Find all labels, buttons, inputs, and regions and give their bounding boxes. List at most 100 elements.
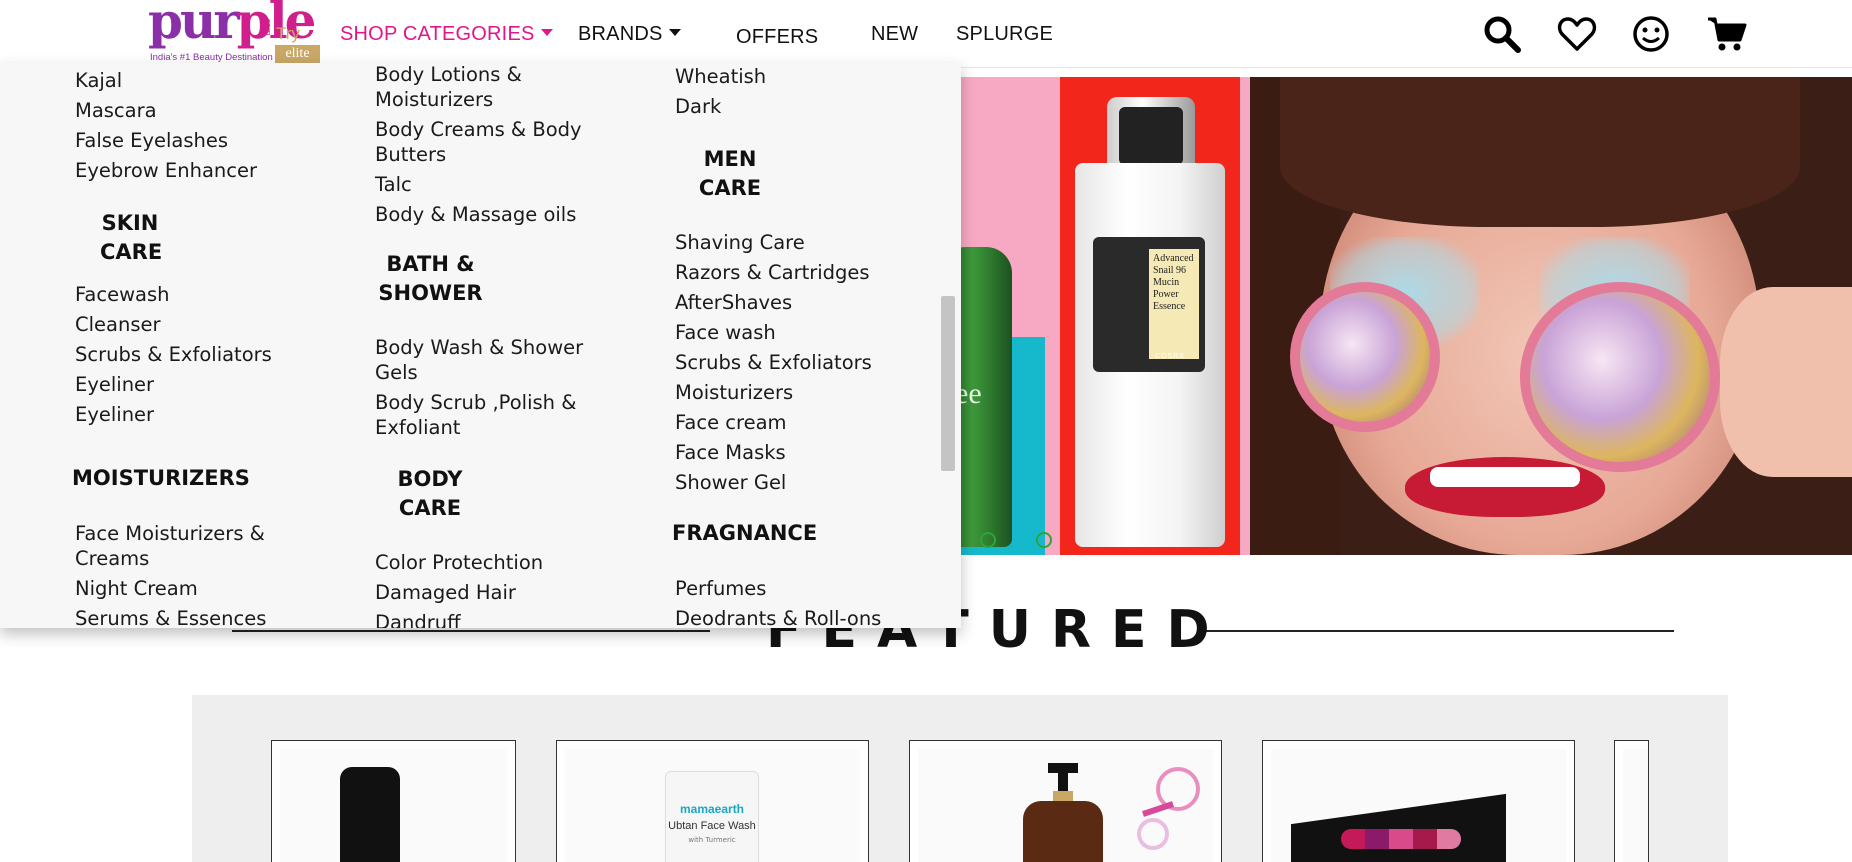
cart-icon[interactable] — [1706, 13, 1748, 55]
decorative-pink-ribbon — [1137, 767, 1200, 850]
menu-item-moisturizers[interactable]: Moisturizers — [675, 380, 793, 405]
nav-new[interactable]: NEW — [871, 23, 918, 46]
menu-item-body-creams[interactable]: Body Creams & Body — [375, 117, 582, 142]
logo-com: .com — [263, 16, 273, 36]
site-logo[interactable]: purple .com India's #1 Beauty Destinatio… — [148, 0, 323, 64]
try-elite-badge: elite — [275, 45, 320, 63]
bottle-label-title: Advanced Snail 96 Mucin Power Essence — [1149, 249, 1199, 359]
boxed-product — [1291, 793, 1506, 862]
black-bottle-product — [340, 767, 400, 862]
menu-heading-line: CARE — [398, 496, 462, 520]
menu-item-shaving-care[interactable]: Shaving Care — [675, 230, 805, 255]
hero-cosrx-bottle: Advanced Snail 96 Mucin Power Essence CO… — [1075, 97, 1225, 547]
slider-dot-1[interactable] — [980, 532, 996, 548]
menu-heading-line: MEN — [703, 147, 757, 171]
nav-brands[interactable]: BRANDS — [578, 23, 681, 46]
menu-item-cleanser[interactable]: Cleanser — [75, 312, 161, 337]
menu-heading-moisturizers[interactable]: MOISTURIZERS — [72, 464, 250, 493]
menu-item-body-wash[interactable]: Body Wash & Shower — [375, 335, 583, 360]
menu-heading-line: SHOWER — [378, 281, 483, 305]
menu-item-face-moisturizers-line2[interactable]: Creams — [75, 546, 149, 571]
menu-heading-men-care[interactable]: MEN CARE — [695, 145, 765, 203]
menu-heading-bath-shower[interactable]: BATH & SHOWER — [378, 250, 483, 308]
menu-item-dark[interactable]: Dark — [675, 94, 721, 119]
menu-item-scrubs-exfoliators-men[interactable]: Scrubs & Exfoliators — [675, 350, 872, 375]
product-card[interactable] — [271, 740, 516, 862]
menu-item-talc[interactable]: Talc — [375, 172, 412, 197]
menu-item-scrubs-exfoliators[interactable]: Scrubs & Exfoliators — [75, 342, 272, 367]
dropdown-scrollbar-thumb[interactable] — [941, 296, 955, 471]
product-image — [918, 749, 1213, 862]
product-image — [1623, 749, 1648, 862]
face-wash-tube: mamaearth Ubtan Face Wash with Turmeric — [665, 771, 759, 862]
hero-model-hand — [1720, 287, 1852, 477]
menu-item-dandruff[interactable]: Dandruff — [375, 610, 461, 628]
menu-item-kajal[interactable]: Kajal — [75, 68, 122, 93]
menu-item-body-scrub-line2[interactable]: Exfoliant — [375, 415, 460, 440]
nav-offers[interactable]: OFFERS — [736, 26, 818, 49]
menu-heading-line: CARE — [100, 240, 163, 264]
bottle-brand: COSRX — [1155, 353, 1185, 360]
menu-item-shower-gel[interactable]: Shower Gel — [675, 470, 786, 495]
heart-icon[interactable] — [1556, 13, 1598, 55]
product-card[interactable] — [1262, 740, 1575, 862]
menu-item-facewash[interactable]: Facewash — [75, 282, 170, 307]
boxed-product-colors — [1341, 829, 1461, 849]
menu-item-eyeliner[interactable]: Eyeliner — [75, 402, 154, 427]
menu-item-face-masks[interactable]: Face Masks — [675, 440, 786, 465]
menu-heading-line: BODY — [397, 467, 463, 491]
product-card[interactable] — [909, 740, 1222, 862]
menu-item-serums-essences[interactable]: Serums & Essences — [75, 606, 266, 628]
nav-shop-categories[interactable]: SHOP CATEGORIES — [340, 23, 553, 46]
menu-heading-line: SKIN — [101, 211, 159, 235]
menu-heading-skin-care[interactable]: SKIN CARE — [100, 209, 163, 267]
menu-item-body-massage-oils[interactable]: Body & Massage oils — [375, 202, 576, 227]
product-image — [280, 749, 507, 862]
menu-item-body-wash-line2[interactable]: Gels — [375, 360, 418, 385]
menu-item-body-lotions[interactable]: Body Lotions & — [375, 63, 522, 87]
menu-heading-body-care[interactable]: BODY CARE — [395, 465, 465, 523]
bottle-label: Advanced Snail 96 Mucin Power Essence CO… — [1093, 237, 1205, 372]
menu-item-razors-cartridges[interactable]: Razors & Cartridges — [675, 260, 870, 285]
menu-item-body-creams-line2[interactable]: Butters — [375, 142, 446, 167]
hero-glasses-left-lens — [1290, 282, 1440, 432]
nav-shop-categories-label: SHOP CATEGORIES — [340, 23, 535, 45]
chevron-down-icon — [540, 29, 553, 37]
menu-item-color-protection[interactable]: Color Protechtion — [375, 550, 543, 575]
menu-item-body-lotions-line2[interactable]: Moisturizers — [375, 87, 493, 112]
page: ee Advanced Snail 96 Mucin Power Essence… — [0, 0, 1852, 862]
menu-item-eyebrow-enhancer[interactable]: Eyebrow Enhancer — [75, 158, 257, 183]
search-icon[interactable] — [1481, 13, 1523, 55]
product-card[interactable]: mamaearth Ubtan Face Wash with Turmeric — [556, 740, 869, 862]
menu-heading-fragrance[interactable]: FRAGNANCE — [672, 519, 817, 548]
site-header: purple .com India's #1 Beauty Destinatio… — [0, 0, 1852, 68]
menu-item-face-cream[interactable]: Face cream — [675, 410, 787, 435]
menu-item-perfumes[interactable]: Perfumes — [675, 576, 766, 601]
menu-item-deodrants-roll-ons[interactable]: Deodrants & Roll-ons — [675, 606, 881, 628]
menu-item-body-scrub[interactable]: Body Scrub ,Polish & — [375, 390, 576, 415]
product-image — [1271, 749, 1566, 862]
chevron-down-icon — [668, 29, 681, 37]
menu-heading-line: CARE — [698, 176, 762, 200]
menu-item-night-cream[interactable]: Night Cream — [75, 576, 198, 601]
menu-item-aftershaves[interactable]: AfterShaves — [675, 290, 792, 315]
menu-item-mascara[interactable]: Mascara — [75, 98, 157, 123]
bottle-cap-inner — [1119, 107, 1183, 165]
hero-model-lips — [1405, 457, 1605, 517]
menu-item-damaged-hair[interactable]: Damaged Hair — [375, 580, 516, 605]
menu-heading-line: BATH & — [386, 252, 475, 276]
menu-item-face-wash[interactable]: Face wash — [675, 320, 776, 345]
menu-item-wheatish[interactable]: Wheatish — [675, 64, 766, 89]
bottle-fine-print — [1099, 247, 1145, 367]
hero-model-teeth — [1430, 467, 1580, 487]
nav-brands-label: BRANDS — [578, 23, 663, 45]
menu-item-false-eyelashes[interactable]: False Eyelashes — [75, 128, 228, 153]
smiley-icon[interactable] — [1630, 13, 1672, 55]
nav-splurge[interactable]: SPLURGE — [956, 23, 1053, 46]
menu-item-face-moisturizers[interactable]: Face Moisturizers & — [75, 521, 265, 546]
pump-bottle-product — [1023, 763, 1103, 862]
slider-dot-2[interactable] — [1036, 532, 1052, 548]
product-subtitle: with Turmeric — [688, 836, 736, 844]
menu-item-eyeliner[interactable]: Eyeliner — [75, 372, 154, 397]
product-card[interactable] — [1614, 740, 1649, 862]
